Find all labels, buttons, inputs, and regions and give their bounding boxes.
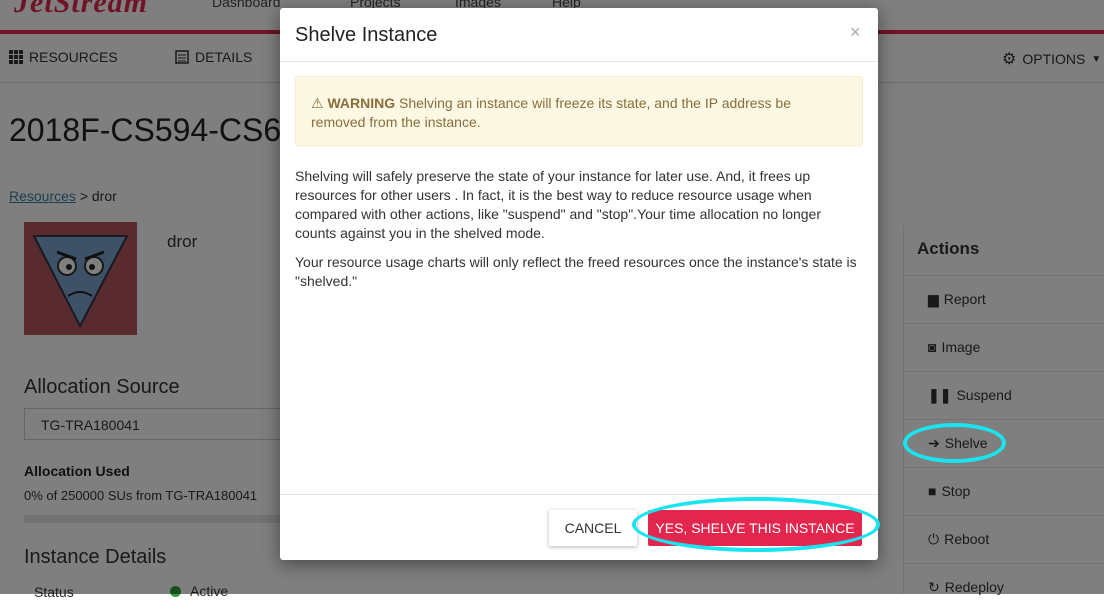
modal-title: Shelve Instance <box>295 24 438 46</box>
warning-triangle-icon: ⚠ <box>311 95 324 111</box>
modal-footer-divider <box>280 494 878 495</box>
modal-paragraph-2: Your resource usage charts will only ref… <box>295 254 857 289</box>
shelve-instance-modal: Shelve Instance × ⚠ WARNING Shelving an … <box>280 8 878 560</box>
cancel-button[interactable]: CANCEL <box>549 510 637 546</box>
modal-header-divider <box>280 61 878 62</box>
warning-alert: ⚠ WARNING Shelving an instance will free… <box>295 76 863 146</box>
warning-label: WARNING <box>327 95 396 111</box>
close-icon[interactable]: × <box>850 22 861 43</box>
confirm-shelve-button[interactable]: YES, SHELVE THIS INSTANCE <box>648 510 862 546</box>
modal-paragraph-1: Shelving will safely preserve the state … <box>295 168 821 241</box>
